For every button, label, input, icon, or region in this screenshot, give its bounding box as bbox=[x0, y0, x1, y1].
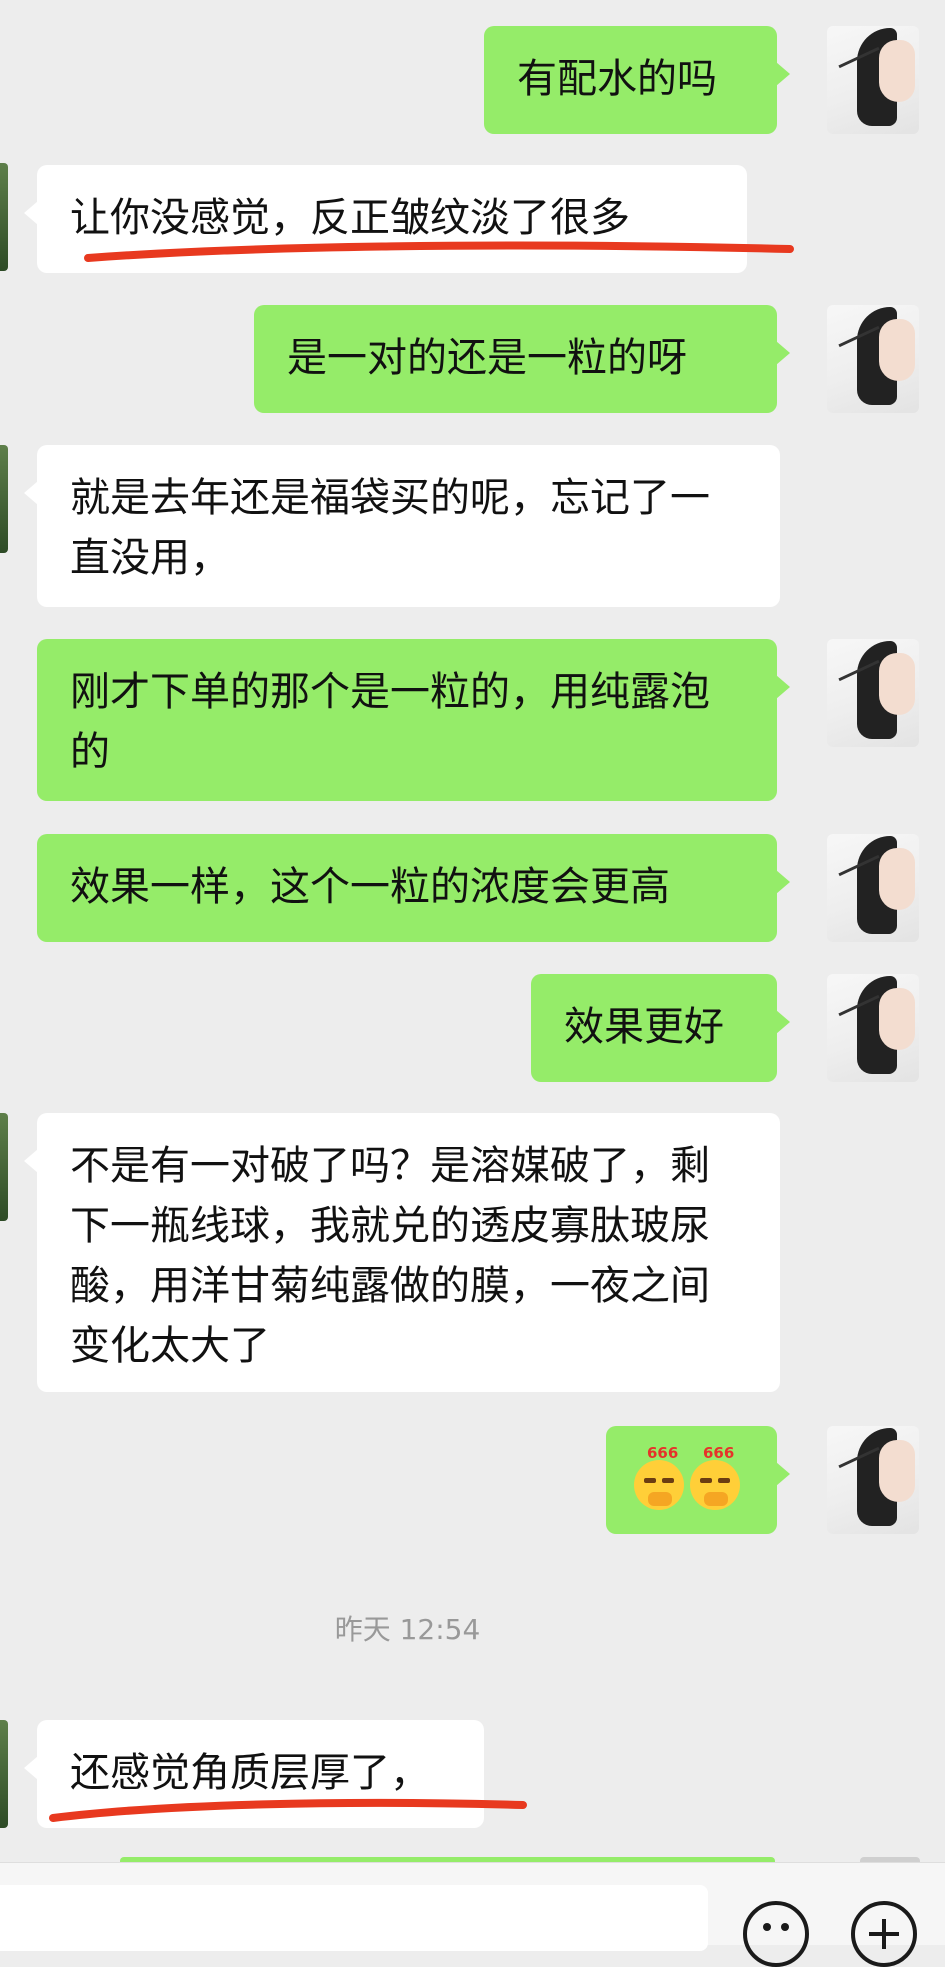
message-text: 是一对的还是一粒的呀 bbox=[287, 335, 687, 381]
user-avatar[interactable] bbox=[827, 834, 919, 942]
message-bubble-sent-emoji[interactable]: 666 666 bbox=[606, 1426, 790, 1534]
message-bubble-sent[interactable]: 效果一样，这个一粒的浓度会更高 bbox=[37, 834, 790, 942]
red-underline-annotation bbox=[49, 1798, 527, 1822]
message-bubble-sent[interactable]: 是一对的还是一粒的呀 bbox=[254, 305, 790, 413]
message-bubble-received[interactable]: 就是去年还是福袋买的呢，忘记了一直没用， bbox=[24, 445, 780, 607]
emoji-smiley-icon[interactable] bbox=[743, 1901, 809, 1967]
chat-area[interactable]: 有配水的吗 让你没感觉，反正皱纹淡了很多 是一对的还是一粒的呀 就是去年还是福袋… bbox=[0, 0, 945, 1863]
message-text: 不是有一对破了吗？是溶媒破了，剩下一瓶线球，我就兑的透皮寡肽玻尿酸，用洋甘菊纯露… bbox=[70, 1143, 710, 1369]
contact-avatar[interactable] bbox=[0, 1720, 8, 1828]
input-bar bbox=[0, 1862, 945, 1967]
message-text: 就是去年还是福袋买的呢，忘记了一直没用， bbox=[70, 475, 710, 581]
user-avatar[interactable] bbox=[827, 639, 919, 747]
user-avatar[interactable] bbox=[827, 1426, 919, 1534]
666-emoji-icon: 666 bbox=[634, 1446, 684, 1510]
message-text: 有配水的吗 bbox=[517, 56, 717, 102]
message-text: 效果一样，这个一粒的浓度会更高 bbox=[70, 864, 670, 910]
user-avatar[interactable] bbox=[827, 305, 919, 413]
message-bubble-sent[interactable]: 有配水的吗 bbox=[484, 26, 790, 134]
message-bubble-sent[interactable]: 刚才下单的那个是一粒的，用纯露泡的 bbox=[37, 639, 790, 801]
message-bubble-sent[interactable]: 效果更好 bbox=[531, 974, 790, 1082]
user-avatar[interactable] bbox=[827, 974, 919, 1082]
message-text: 刚才下单的那个是一粒的，用纯露泡的 bbox=[70, 669, 710, 775]
user-avatar[interactable] bbox=[827, 26, 919, 134]
message-bubble-received[interactable]: 不是有一对破了吗？是溶媒破了，剩下一瓶线球，我就兑的透皮寡肽玻尿酸，用洋甘菊纯露… bbox=[24, 1113, 780, 1392]
contact-avatar[interactable] bbox=[0, 445, 8, 553]
message-text: 效果更好 bbox=[564, 1004, 724, 1050]
message-input[interactable] bbox=[0, 1885, 708, 1951]
chat-timestamp: 昨天 12:54 bbox=[334, 1613, 481, 1646]
plus-icon[interactable] bbox=[851, 1901, 917, 1967]
666-emoji-icon: 666 bbox=[690, 1446, 740, 1510]
contact-avatar[interactable] bbox=[0, 163, 8, 271]
red-underline-annotation bbox=[84, 241, 794, 262]
contact-avatar[interactable] bbox=[0, 1113, 8, 1221]
